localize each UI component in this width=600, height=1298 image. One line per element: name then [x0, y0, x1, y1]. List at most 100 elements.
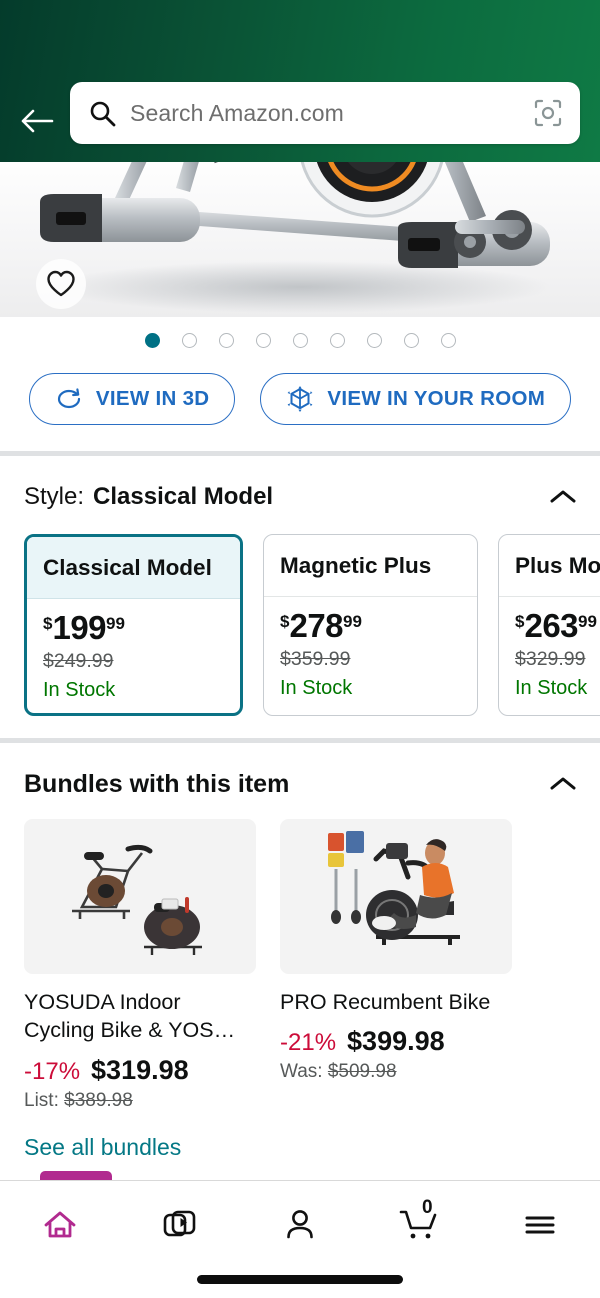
bundles-collapse-toggle[interactable]	[548, 769, 578, 799]
style-option-was-price: $249.99	[43, 650, 114, 672]
bundle-price: $319.98	[91, 1054, 189, 1085]
chevron-up-icon	[550, 777, 576, 790]
style-option-body: $199 99 $249.99 In Stock	[27, 599, 240, 702]
currency-symbol: $	[280, 612, 290, 631]
style-label: Style:	[24, 483, 85, 510]
media-video-icon	[163, 1210, 196, 1237]
bundle-image[interactable]	[280, 819, 512, 974]
view-in-your-room-label: VIEW IN YOUR ROOM	[327, 387, 546, 410]
amazon-product-page: Search Amazon.com VIEW IN 3D VIEW IN YOU…	[0, 0, 600, 1298]
carousel-dot-5[interactable]	[292, 332, 308, 348]
nav-item-home[interactable]	[0, 1195, 120, 1255]
bundle-title[interactable]: YOSUDA Indoor Cycling Bike & YOS…	[24, 988, 256, 1045]
price-whole: 263	[524, 607, 579, 644]
bundles-section: Bundles with this item YOSUDA Indoor Cyc…	[0, 743, 600, 1161]
bundle-card[interactable]: YOSUDA Indoor Cycling Bike & YOS… -17% $31…	[24, 819, 256, 1112]
style-options-list[interactable]: Classical Model $199 99 $249.99 In Stock Magn…	[0, 518, 600, 738]
back-arrow-icon	[21, 109, 54, 133]
price-whole: 278	[289, 607, 344, 644]
carousel-dot-4[interactable]	[255, 332, 271, 348]
bundle-price: $399.98	[347, 1026, 445, 1057]
style-option-price: $199 99	[43, 611, 224, 644]
nav-item-account[interactable]	[240, 1195, 360, 1255]
view-in-3d-button[interactable]: VIEW IN 3D	[28, 373, 236, 425]
style-selected-value: Classical Model	[93, 483, 274, 510]
currency-symbol: $	[43, 614, 53, 633]
style-option-body: $263 99 $329.99 In Stock	[499, 597, 600, 700]
style-option-availability: In Stock	[280, 677, 353, 699]
style-option-name: Magnetic Plus	[264, 535, 477, 597]
see-all-bundles-link[interactable]: See all bundles	[0, 1112, 600, 1161]
nav-item-media[interactable]	[120, 1195, 240, 1255]
nav-item-cart[interactable]: 0	[360, 1195, 480, 1255]
bundle-price-row: -21% $399.98	[280, 1026, 512, 1057]
camera-scan-icon[interactable]	[532, 97, 564, 129]
price-whole: 199	[52, 609, 107, 646]
carousel-dot-1[interactable]	[144, 332, 160, 348]
style-option-was-price: $359.99	[280, 648, 351, 670]
product-image-exercise-bike	[40, 162, 550, 313]
search-input[interactable]: Search Amazon.com	[130, 100, 518, 127]
cart-count-badge: 0	[422, 1197, 433, 1218]
product-image-carousel[interactable]	[0, 162, 600, 317]
bundles-list[interactable]: YOSUDA Indoor Cycling Bike & YOS… -17% $31…	[0, 805, 600, 1112]
search-bar[interactable]: Search Amazon.com	[70, 82, 580, 144]
currency-symbol: $	[515, 612, 525, 631]
style-option-body: $278 99 $359.99 In Stock	[264, 597, 477, 700]
carousel-dot-2[interactable]	[181, 332, 197, 348]
back-button[interactable]	[14, 98, 60, 144]
style-section-header[interactable]: Style: Classical Model	[0, 476, 600, 518]
price-fraction: 99	[578, 612, 597, 631]
style-option-card[interactable]: Classical Model $199 99 $249.99 In Stock	[24, 534, 243, 716]
carousel-dot-3[interactable]	[218, 332, 234, 348]
bottom-navigation: 0	[0, 1180, 600, 1298]
price-fraction: 99	[106, 614, 125, 633]
carousel-dot-8[interactable]	[403, 332, 419, 348]
bundle-discount-percent: -21%	[280, 1029, 337, 1057]
style-section: Style: Classical Model Classical Model $1…	[0, 456, 600, 738]
style-option-availability: In Stock	[43, 679, 116, 701]
carousel-dot-6[interactable]	[329, 332, 345, 348]
system-gesture-bar	[197, 1275, 403, 1284]
bundle-list-prefix: List:	[24, 1089, 59, 1111]
style-option-card[interactable]: Plus Mo $263 99 $329.99 In Stock	[498, 534, 600, 716]
bundle-price-row: -17% $319.98	[24, 1055, 256, 1086]
account-person-icon	[287, 1210, 313, 1239]
style-collapse-toggle[interactable]	[548, 482, 578, 512]
ar-cube-icon	[287, 386, 313, 412]
style-option-card[interactable]: Magnetic Plus $278 99 $359.99 In Stock	[263, 534, 478, 716]
carousel-dot-9[interactable]	[440, 332, 456, 348]
bundle-discount-percent: -17%	[24, 1057, 81, 1085]
style-option-name: Plus Mo	[499, 535, 600, 597]
heart-outline-icon	[47, 270, 75, 297]
bundles-title: Bundles with this item	[24, 769, 290, 798]
bundle-list-price: List: $389.98	[24, 1090, 256, 1112]
home-icon	[44, 1211, 76, 1238]
bundle-list-price-value: $509.98	[327, 1061, 397, 1083]
style-option-price: $278 99	[280, 609, 461, 642]
wishlist-button[interactable]	[36, 259, 86, 309]
hamburger-menu-icon	[525, 1216, 555, 1234]
bundle-list-price-value: $389.98	[64, 1089, 133, 1111]
shopping-cart-icon	[399, 1210, 437, 1239]
bundle-image-recumbent-bike	[280, 819, 512, 974]
view-in-your-room-button[interactable]: VIEW IN YOUR ROOM	[260, 373, 572, 425]
rotate-3d-icon	[57, 388, 80, 409]
style-option-availability: In Stock	[515, 677, 588, 699]
bundle-card[interactable]: PRO Recumbent Bike -21% $399.98 Was: $509.9…	[280, 819, 512, 1112]
bundle-title[interactable]: PRO Recumbent Bike	[280, 988, 512, 1016]
style-option-price: $263 99	[515, 609, 600, 642]
bundle-list-price: Was: $509.98	[280, 1061, 512, 1083]
carousel-dots[interactable]	[0, 317, 600, 363]
view-buttons-row: VIEW IN 3D VIEW IN YOUR ROOM	[0, 363, 600, 451]
carousel-dot-7[interactable]	[366, 332, 382, 348]
active-tab-indicator	[40, 1171, 112, 1180]
chevron-up-icon	[550, 490, 576, 503]
bundle-image[interactable]	[24, 819, 256, 974]
nav-item-menu[interactable]	[480, 1195, 600, 1255]
style-option-name: Classical Model	[27, 537, 240, 599]
bundle-list-prefix: Was:	[280, 1061, 323, 1083]
view-in-3d-label: VIEW IN 3D	[95, 387, 210, 410]
search-icon	[90, 101, 116, 127]
bundles-section-header[interactable]: Bundles with this item	[0, 763, 600, 805]
